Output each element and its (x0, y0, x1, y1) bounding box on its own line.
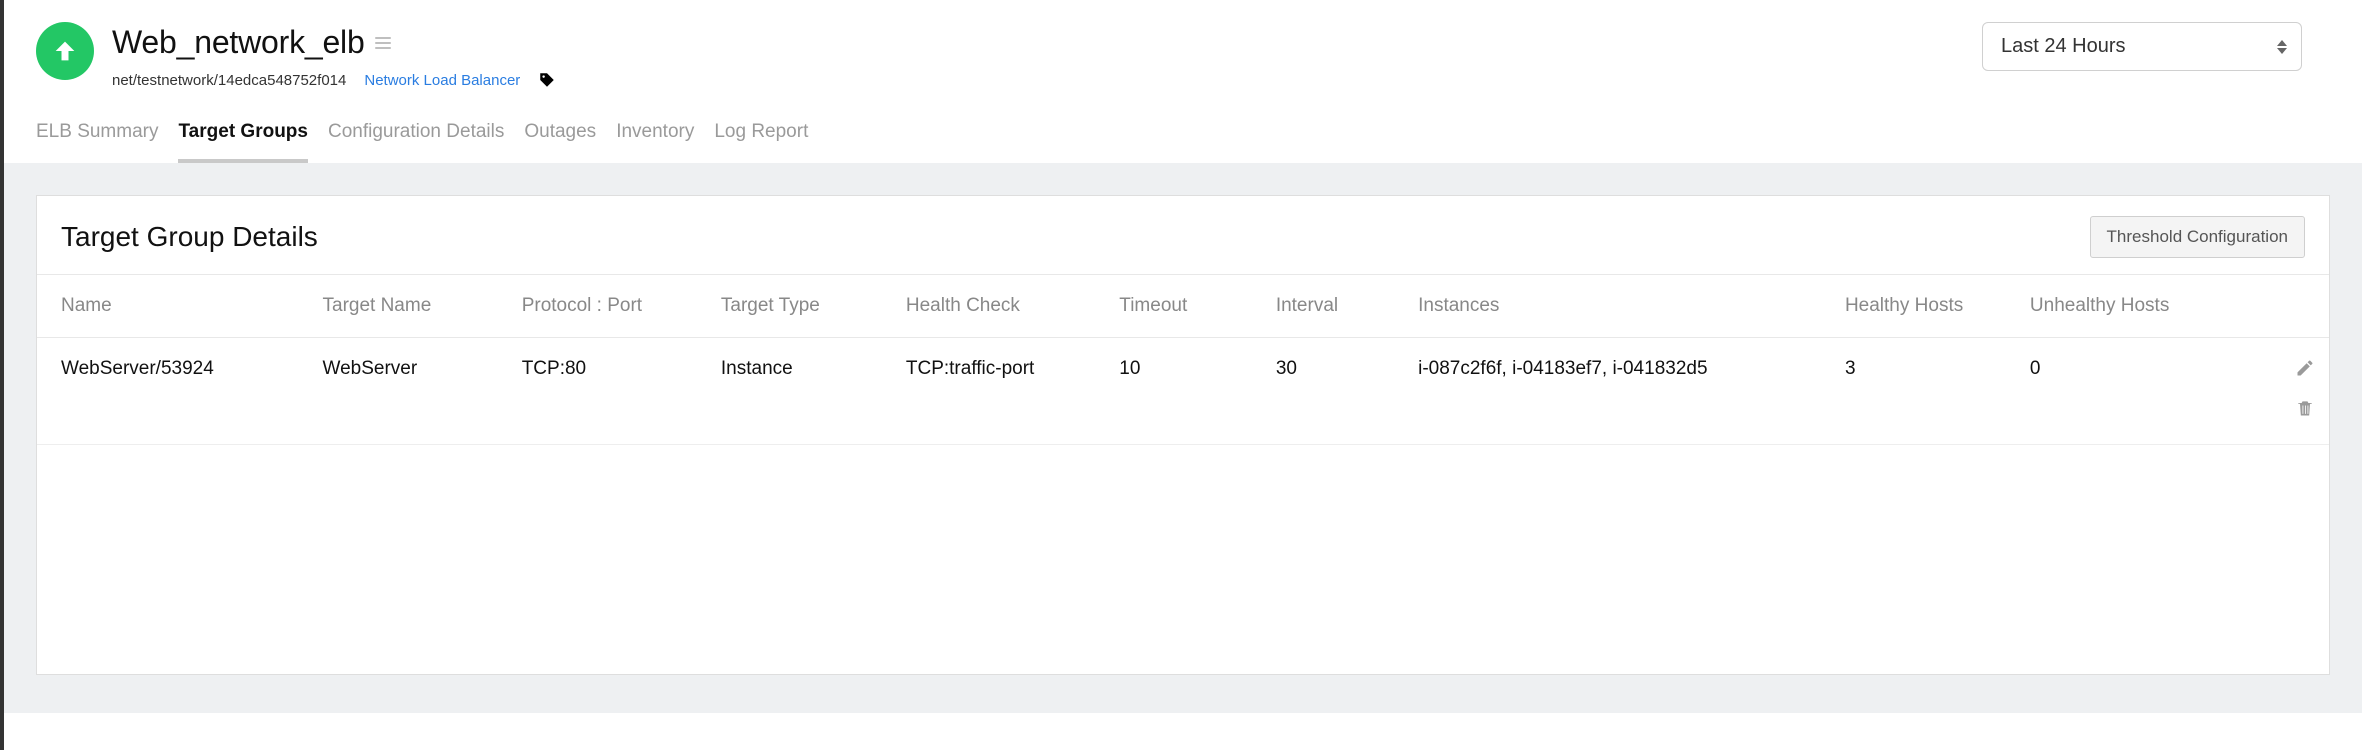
cell-instances: i-087c2f6f, i-04183ef7, i-041832d5 (1404, 338, 1831, 445)
context-menu-icon[interactable] (375, 37, 391, 49)
page-header: Web_network_elb net/testnetwork/14edca54… (4, 0, 2362, 89)
tab-elb-summary[interactable]: ELB Summary (36, 121, 158, 163)
tab-log-report[interactable]: Log Report (714, 121, 808, 163)
target-group-table: Name Target Name Protocol : Port Target … (37, 275, 2329, 445)
edit-icon[interactable] (2295, 358, 2315, 384)
tab-target-groups[interactable]: Target Groups (178, 121, 308, 163)
cell-protocol-port: TCP:80 (508, 338, 707, 445)
balancer-type-link[interactable]: Network Load Balancer (364, 72, 520, 89)
cell-health-check: TCP:traffic-port (892, 338, 1105, 445)
cell-unhealthy-hosts: 0 (2016, 338, 2229, 445)
panel-title: Target Group Details (61, 221, 318, 253)
page-title: Web_network_elb (112, 24, 365, 61)
threshold-configuration-button[interactable]: Threshold Configuration (2090, 216, 2305, 258)
delete-icon[interactable] (2295, 398, 2315, 424)
tag-icon[interactable] (538, 71, 556, 89)
col-interval: Interval (1262, 275, 1404, 338)
col-name: Name (37, 275, 309, 338)
col-actions (2229, 275, 2329, 338)
time-range-value: Last 24 Hours (2001, 35, 2126, 57)
cell-target-type: Instance (707, 338, 892, 445)
tab-inventory[interactable]: Inventory (616, 121, 694, 163)
col-health-check: Health Check (892, 275, 1105, 338)
select-arrows-icon (2277, 40, 2287, 54)
col-instances: Instances (1404, 275, 1831, 338)
tab-configuration-details[interactable]: Configuration Details (328, 121, 504, 163)
tab-bar: ELB Summary Target Groups Configuration … (4, 89, 2362, 163)
col-protocol-port: Protocol : Port (508, 275, 707, 338)
time-range-select[interactable]: Last 24 Hours (1982, 22, 2302, 71)
resource-path: net/testnetwork/14edca548752f014 (112, 72, 346, 89)
col-healthy-hosts: Healthy Hosts (1831, 275, 2016, 338)
col-target-name: Target Name (309, 275, 508, 338)
cell-target-name: WebServer (309, 338, 508, 445)
status-up-icon (36, 22, 94, 80)
table-row: WebServer/53924 WebServer TCP:80 Instanc… (37, 338, 2329, 445)
target-group-panel: Target Group Details Threshold Configura… (36, 195, 2330, 675)
tab-outages[interactable]: Outages (524, 121, 596, 163)
col-timeout: Timeout (1105, 275, 1262, 338)
cell-healthy-hosts: 3 (1831, 338, 2016, 445)
cell-timeout: 10 (1105, 338, 1262, 445)
col-unhealthy-hosts: Unhealthy Hosts (2016, 275, 2229, 338)
left-accent-bar (0, 0, 4, 750)
col-target-type: Target Type (707, 275, 892, 338)
cell-name: WebServer/53924 (37, 338, 309, 445)
cell-interval: 30 (1262, 338, 1404, 445)
